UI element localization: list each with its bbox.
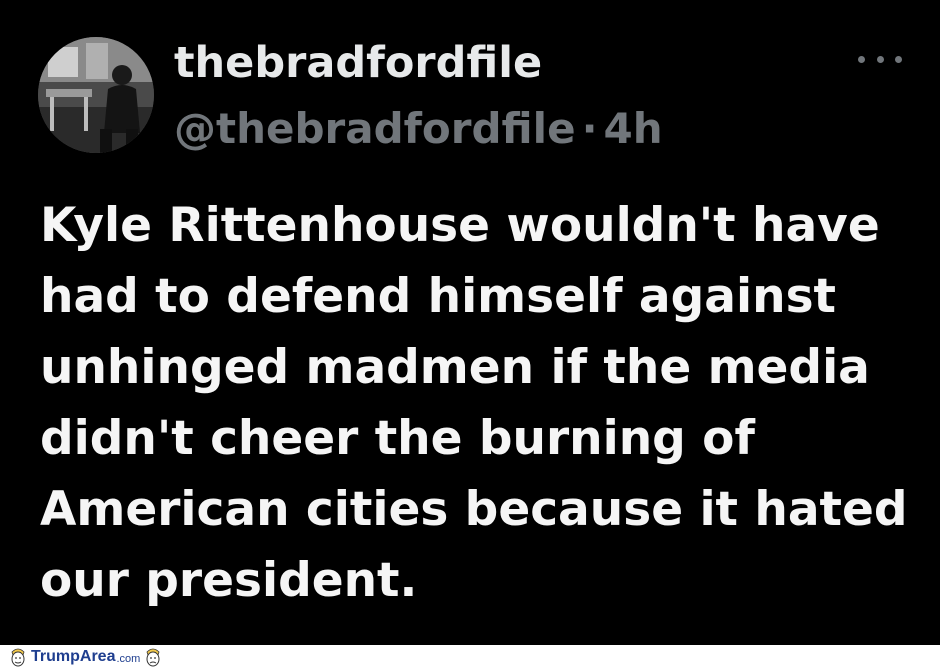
more-horizontal-icon[interactable]: [858, 48, 902, 70]
user-handle[interactable]: @thebradfordfile: [174, 104, 576, 153]
avatar-photo: [38, 37, 154, 153]
timestamp[interactable]: 4h: [604, 104, 663, 153]
tweet-meta: @thebradfordfile · 4h: [174, 104, 663, 153]
watermark-bar: TrumpArea .com: [0, 645, 940, 669]
watermark-logo: TrumpArea .com: [8, 646, 163, 668]
watermark-brand: TrumpArea: [31, 648, 116, 665]
caricature-left-icon: [11, 648, 25, 667]
meta-separator: ·: [581, 104, 598, 153]
more-dot: [876, 55, 884, 63]
avatar[interactable]: [38, 37, 154, 153]
watermark-tld: .com: [116, 653, 141, 665]
more-dot: [858, 55, 865, 63]
caricature-right-icon: [146, 648, 160, 667]
more-dot: [895, 55, 902, 63]
tweet-card: thebradfordfile @thebradfordfile · 4h Kyle…: [0, 0, 940, 645]
display-name[interactable]: thebradfordfile: [174, 38, 542, 88]
tweet-text: Kyle Rittenhouse wouldn't have had to de…: [40, 198, 908, 608]
